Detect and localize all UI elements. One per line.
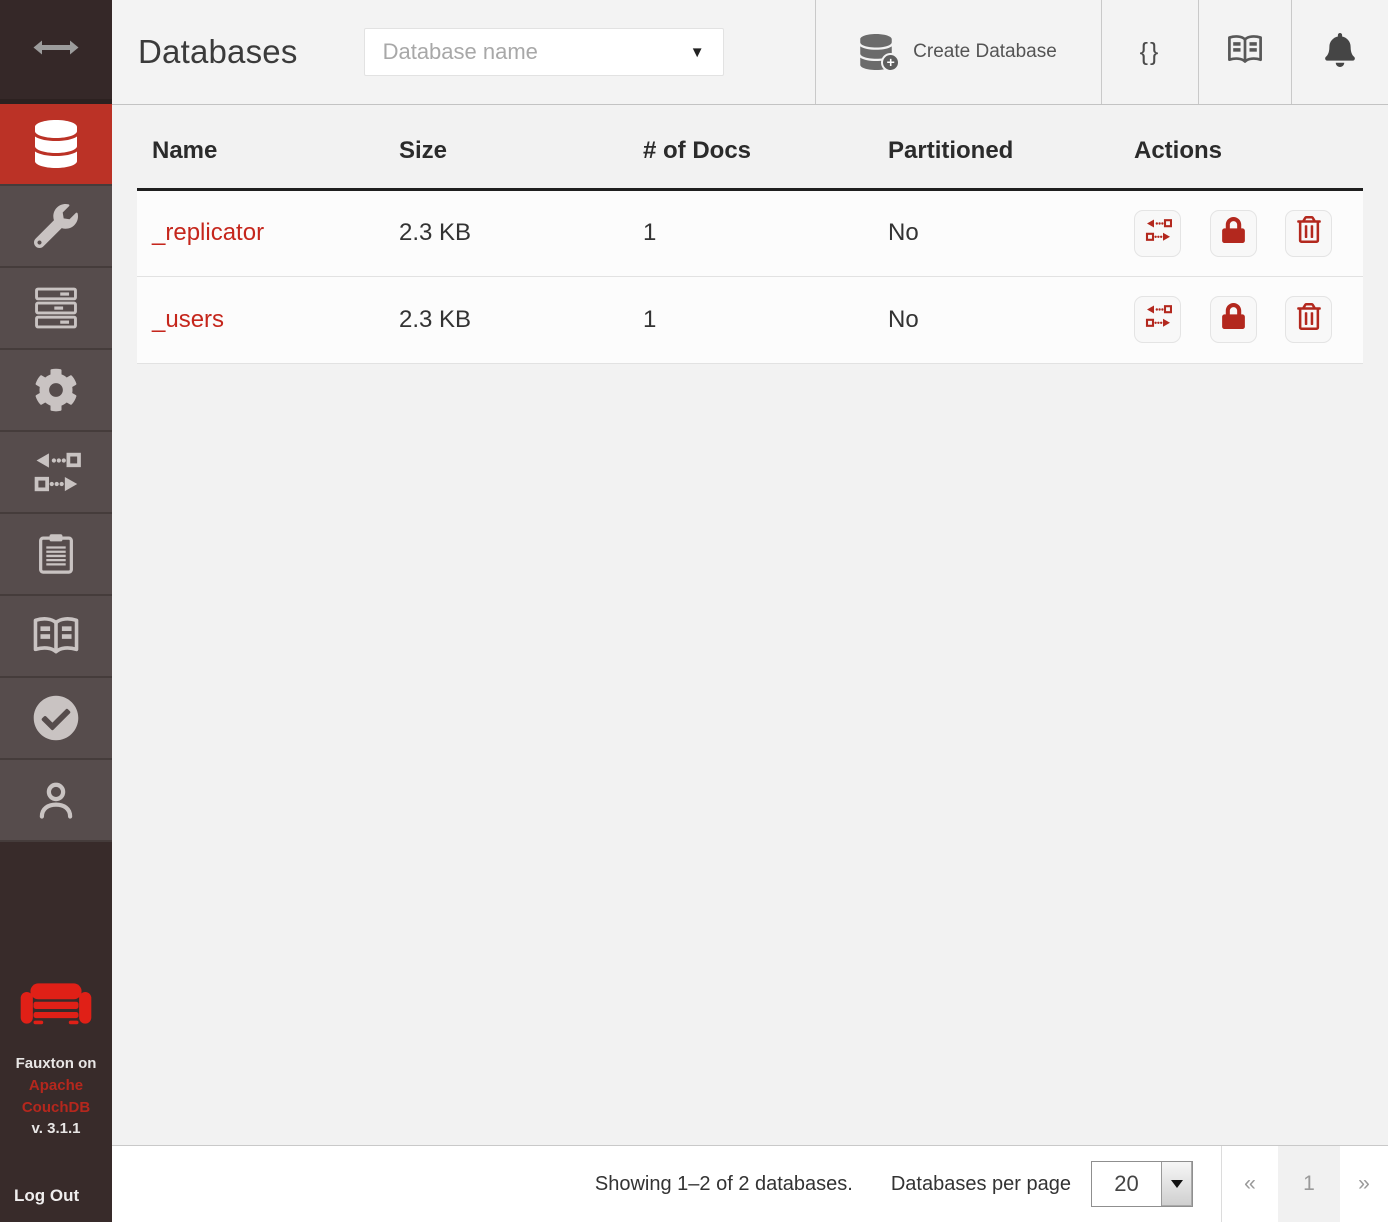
sidebar-item-setup[interactable] [0,186,112,268]
partitioned-cell: No [873,189,1119,276]
book-icon [31,614,81,658]
column-header-name: Name [137,105,384,189]
curly-braces-icon: {} [1140,38,1161,67]
next-page-button[interactable]: » [1340,1146,1388,1222]
sidebar-item-replication[interactable] [0,432,112,514]
user-icon [34,777,78,823]
documentation-button[interactable] [1198,0,1291,104]
topbar: Databases ▼ + Create Database {} [112,0,1388,105]
database-search-input[interactable] [383,39,682,65]
table-row: _users 2.3 KB 1 No [137,276,1363,363]
size-cell: 2.3 KB [384,189,628,276]
logout-button[interactable]: Log Out [0,1186,112,1222]
set-permissions-button[interactable] [1210,210,1257,257]
database-link[interactable]: _users [152,306,224,333]
previous-page-button[interactable]: « [1222,1146,1278,1222]
delete-database-button[interactable] [1285,296,1332,343]
create-database-label: Create Database [913,41,1057,63]
clipboard-icon [35,531,77,577]
branding-line-apache: Apache [0,1075,112,1097]
lock-icon [1222,217,1245,250]
sidebar-collapse-button[interactable] [0,0,112,104]
lock-icon [1222,303,1245,336]
column-header-partitioned: Partitioned [873,105,1119,189]
branding-line-couchdb: CouchDB [0,1097,112,1119]
chevron-down-icon [1171,1180,1183,1188]
current-page-indicator[interactable]: 1 [1278,1146,1340,1222]
select-dropdown-button[interactable] [1161,1162,1192,1206]
docs-count-cell: 1 [628,189,873,276]
column-header-size: Size [384,105,628,189]
server-icon [34,286,78,330]
book-icon [1226,33,1264,71]
set-permissions-button[interactable] [1210,296,1257,343]
double-arrow-icon [33,39,79,61]
sidebar-item-verify[interactable] [0,678,112,760]
table-header-row: Name Size # of Docs Partitioned Actions [137,105,1363,189]
wrench-icon [34,204,78,248]
column-header-docs: # of Docs [628,105,873,189]
branding-version: v. 3.1.1 [0,1118,112,1140]
branding-line: Fauxton on [0,1053,112,1075]
table-row: _replicator 2.3 KB 1 No [137,189,1363,276]
replication-icon [1144,303,1172,336]
sidebar-item-account[interactable] [0,760,112,842]
main-area: Databases ▼ + Create Database {} [112,0,1388,1222]
delete-database-button[interactable] [1285,210,1332,257]
database-icon [35,120,77,168]
docs-count-cell: 1 [628,276,873,363]
per-page-value: 20 [1092,1162,1161,1206]
content-area: Name Size # of Docs Partitioned Actions … [112,105,1388,1145]
page-title: Databases [138,33,298,71]
column-header-actions: Actions [1119,105,1363,189]
replicate-database-button[interactable] [1134,296,1181,343]
topbar-actions: + Create Database {} [815,0,1388,104]
sidebar-item-databases[interactable] [0,104,112,186]
sidebar-item-active-tasks[interactable] [0,268,112,350]
size-cell: 2.3 KB [384,276,628,363]
trash-icon [1297,216,1321,250]
database-search-box[interactable]: ▼ [364,28,724,76]
plus-icon: + [881,53,900,72]
version-info: Fauxton on Apache CouchDB v. 3.1.1 [0,1053,112,1140]
couchdb-couch-icon [0,981,112,1037]
database-link[interactable]: _replicator [152,219,264,246]
trash-icon [1297,303,1321,337]
replication-icon [31,449,81,495]
replication-icon [1144,217,1172,250]
json-api-button[interactable]: {} [1101,0,1198,104]
chevron-down-icon[interactable]: ▼ [682,44,705,61]
create-database-button[interactable]: + Create Database [815,0,1101,104]
sidebar-item-documentation[interactable] [0,596,112,678]
notifications-button[interactable] [1291,0,1388,104]
replicate-database-button[interactable] [1134,210,1181,257]
pagination: « 1 » [1222,1146,1388,1222]
sidebar-footer: Fauxton on Apache CouchDB v. 3.1.1 Log O… [0,981,112,1222]
gear-icon [34,368,78,412]
partitioned-cell: No [873,276,1119,363]
sidebar-item-documents[interactable] [0,514,112,596]
databases-table: Name Size # of Docs Partitioned Actions … [137,105,1363,364]
check-circle-icon [33,695,79,741]
sidebar-item-config[interactable] [0,350,112,432]
footer-bar: Showing 1–2 of 2 databases. Databases pe… [112,1145,1388,1222]
sidebar: Fauxton on Apache CouchDB v. 3.1.1 Log O… [0,0,112,1222]
per-page-label: Databases per page [891,1173,1071,1196]
database-plus-icon: + [860,34,898,70]
per-page-select[interactable]: 20 [1091,1161,1193,1207]
bell-icon [1325,33,1355,72]
showing-status-text: Showing 1–2 of 2 databases. [595,1173,853,1196]
